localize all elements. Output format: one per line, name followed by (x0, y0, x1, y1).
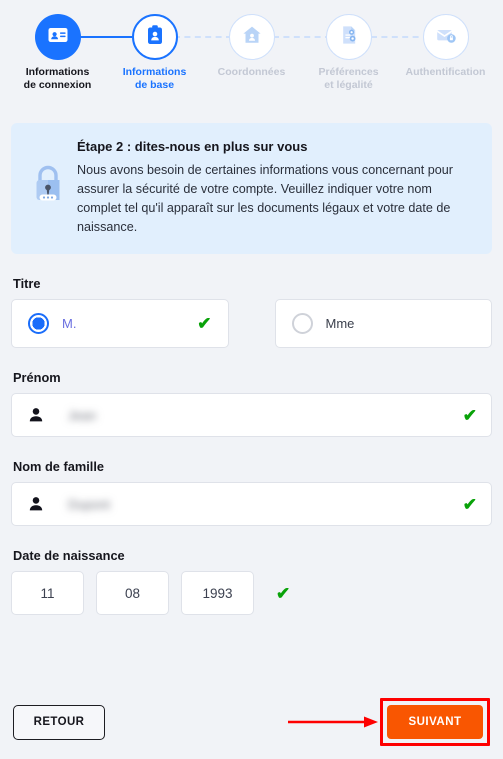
id-badge-icon (144, 23, 166, 52)
step-2-circle (131, 14, 178, 60)
step-1-label: Informations de connexion (8, 66, 108, 91)
info-title: Étape 2 : dites-nous en plus sur vous (77, 139, 308, 154)
step-preferences-et-legalite[interactable]: Préférences et légalité (301, 14, 396, 91)
title-option-madame-label: Mme (325, 316, 355, 331)
person-icon (26, 406, 46, 424)
step-4-label-line2: et légalité (324, 78, 373, 91)
radio-selected-icon[interactable] (28, 313, 49, 334)
info-text-block: Étape 2 : dites-nous en plus sur vous No… (71, 139, 478, 237)
step-coordonnees[interactable]: Coordonnées (204, 14, 299, 79)
step-5-label-line1: Authentification (405, 66, 486, 78)
back-button[interactable]: RETOUR (13, 704, 105, 740)
birthdate-inputs: 11 08 1993 ✔ (11, 571, 492, 615)
lastname-valid-check-icon: ✔ (462, 494, 477, 514)
radio-unselected-icon[interactable] (291, 313, 313, 334)
id-card-icon (46, 23, 70, 52)
step-informations-de-connexion[interactable]: Informations de connexion (10, 14, 105, 91)
step-3-circle (228, 14, 275, 60)
step-2-label: Informations de base (105, 66, 205, 91)
form-footer: RETOUR SUIVANT (0, 698, 503, 746)
step-1-label-line1: Informations (25, 66, 90, 78)
birthdate-day-input[interactable]: 11 (11, 571, 84, 615)
title-valid-check-icon: ✔ (197, 314, 212, 333)
basic-information-form: Titre M. ✔ Mme Prénom Jean ✔ Nom de fami… (0, 276, 503, 615)
document-settings-icon (337, 23, 361, 52)
lastname-value: Dupont (68, 496, 110, 512)
title-option-monsieur-label: M. (62, 316, 77, 331)
birthdate-month-input[interactable]: 08 (96, 571, 169, 615)
step-4-label-line1: Préférences (318, 66, 379, 78)
padlock-icon (25, 139, 71, 207)
title-field-label: Titre (13, 276, 41, 291)
firstname-value: Jean (68, 407, 97, 423)
step-4-label: Préférences et légalité (299, 66, 399, 91)
step-3-label: Coordonnées (202, 66, 302, 79)
step-2-label-line2: de base (134, 78, 175, 91)
firstname-valid-check-icon: ✔ (462, 405, 477, 425)
next-button-wrapper: SUIVANT (288, 698, 490, 746)
title-option-madame[interactable]: Mme (274, 299, 492, 348)
firstname-field-label: Prénom (13, 370, 61, 385)
step-3-label-line1: Coordonnées (217, 66, 286, 78)
birthdate-field-label: Date de naissance (13, 548, 125, 563)
lastname-field-label: Nom de famille (13, 459, 105, 474)
step-4-circle (325, 14, 372, 60)
registration-stepper: Informations de connexion Informations d… (0, 0, 503, 110)
step-informations-de-base[interactable]: Informations de base (107, 14, 202, 91)
title-option-monsieur[interactable]: M. ✔ (11, 299, 229, 348)
step-2-label-line1: Informations (122, 66, 187, 78)
next-button-highlight: SUIVANT (380, 698, 490, 746)
step-1-label-line2: de connexion (23, 78, 92, 91)
step-5-label: Authentification (396, 66, 496, 79)
step-authentification[interactable]: Authentification (398, 14, 493, 79)
birthdate-year-input[interactable]: 1993 (181, 571, 254, 615)
home-icon (240, 23, 264, 52)
step-info-banner: Étape 2 : dites-nous en plus sur vous No… (11, 123, 492, 254)
firstname-input[interactable]: Jean ✔ (11, 393, 492, 437)
annotation-arrow-icon (288, 716, 378, 728)
lastname-input[interactable]: Dupont ✔ (11, 482, 492, 526)
next-button[interactable]: SUIVANT (387, 705, 483, 739)
step-5-circle (422, 14, 469, 60)
title-radio-group: M. ✔ Mme (11, 299, 492, 348)
birthdate-valid-check-icon: ✔ (276, 583, 291, 603)
info-body: Nous avons besoin de certaines informati… (77, 163, 453, 234)
step-1-circle (34, 14, 81, 60)
mail-lock-icon (434, 23, 458, 52)
person-icon (26, 495, 46, 513)
